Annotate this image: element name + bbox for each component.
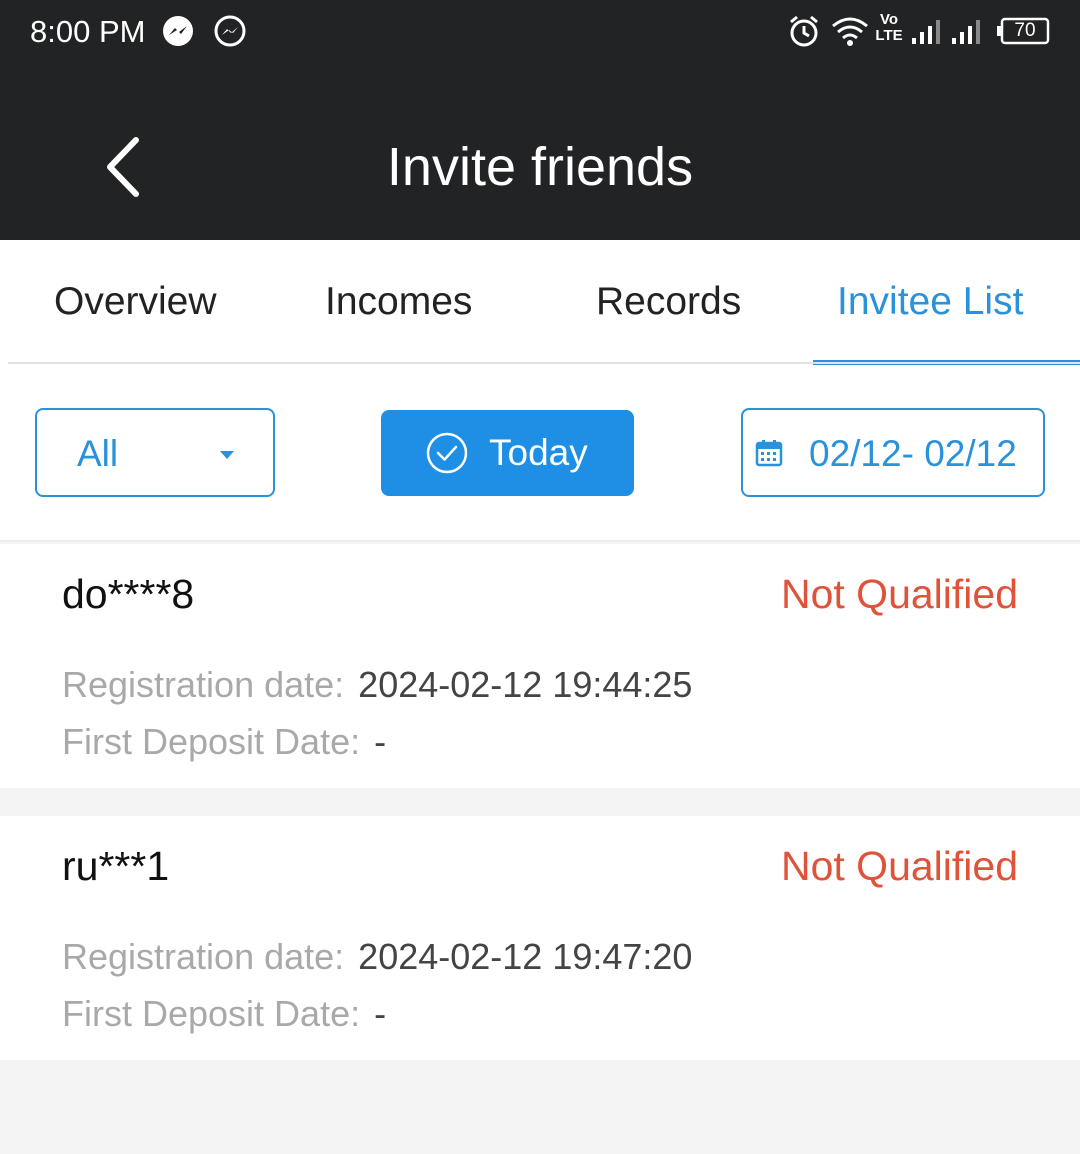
invitee-status: Not Qualified: [780, 843, 1018, 889]
tab-incomes[interactable]: Incomes: [325, 276, 472, 328]
registration-label: Registration date:: [62, 936, 345, 977]
today-button[interactable]: Today: [381, 410, 634, 496]
battery-level: 70: [1014, 20, 1036, 41]
page-title: Invite friends: [386, 137, 694, 197]
tab-invitee-list[interactable]: Invitee List: [837, 276, 1023, 328]
deposit-row: First Deposit Date: -: [62, 992, 386, 1036]
check-circle-icon: [425, 431, 469, 475]
alarm-icon: [787, 14, 821, 48]
invitee-name: do****8: [62, 571, 195, 617]
registration-row: Registration date: 2024-02-12 19:44:25: [62, 663, 692, 707]
tabs-divider: [8, 362, 1080, 364]
tab-records[interactable]: Records: [596, 276, 741, 328]
battery-icon: 70: [996, 17, 1050, 45]
status-bar: 8:00 PM Vo LTE 70: [0, 0, 1080, 70]
registration-value: 2024-02-12 19:44:25: [358, 664, 693, 705]
registration-value: 2024-02-12 19:47:20: [358, 936, 693, 977]
registration-row: Registration date: 2024-02-12 19:47:20: [62, 935, 692, 979]
deposit-value: -: [374, 993, 387, 1034]
tab-bar: Overview Incomes Records Invitee List: [0, 240, 1080, 365]
wifi-icon: [830, 14, 870, 48]
deposit-label: First Deposit Date:: [62, 993, 361, 1034]
invitee-card: do****8 Not Qualified Registration date:…: [0, 544, 1080, 788]
filter-select[interactable]: All: [35, 408, 275, 497]
app-header: Invite friends: [0, 70, 1080, 240]
messenger-icon: [161, 14, 195, 48]
invitee-name: ru***1: [62, 843, 170, 889]
filter-bar: All Today 02/12- 02/12: [0, 365, 1080, 542]
messenger-outline-icon: [213, 14, 247, 48]
calendar-icon: [755, 439, 783, 467]
caret-down-icon: [220, 451, 234, 459]
today-button-label: Today: [489, 432, 588, 473]
date-range-picker[interactable]: 02/12- 02/12: [741, 408, 1045, 497]
registration-label: Registration date:: [62, 664, 345, 705]
deposit-label: First Deposit Date:: [62, 721, 361, 762]
network-label: Vo LTE: [875, 11, 903, 44]
tab-overview[interactable]: Overview: [54, 276, 217, 328]
invitee-status: Not Qualified: [780, 571, 1018, 617]
filter-select-value: All: [77, 433, 119, 474]
deposit-row: First Deposit Date: -: [62, 720, 386, 764]
date-range-value: 02/12- 02/12: [809, 433, 1017, 474]
status-time: 8:00 PM: [30, 14, 146, 49]
invitee-card: ru***1 Not Qualified Registration date: 2…: [0, 816, 1080, 1060]
signal-icon: [950, 14, 990, 48]
signal-icon: [910, 14, 946, 48]
deposit-value: -: [374, 721, 387, 762]
